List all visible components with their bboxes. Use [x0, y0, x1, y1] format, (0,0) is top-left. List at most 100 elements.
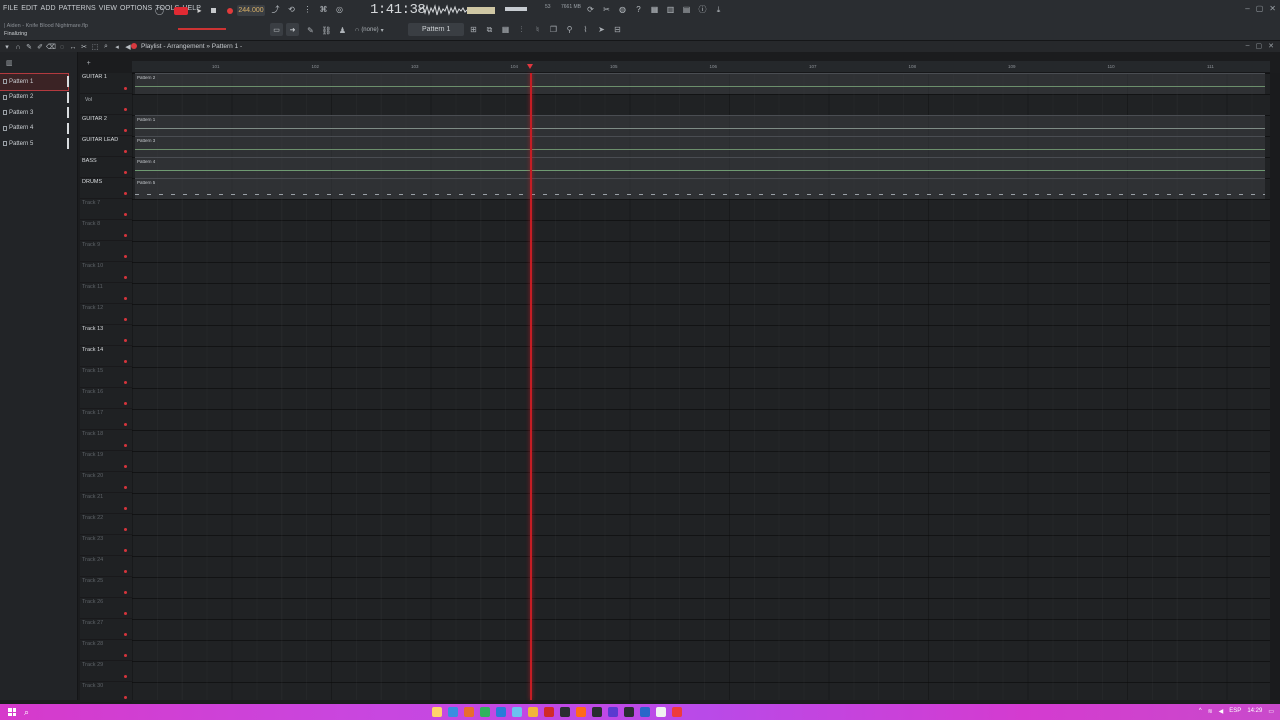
playback-icon[interactable]: ◂: [112, 42, 122, 52]
track-mute-led[interactable]: [124, 696, 127, 699]
track-header[interactable]: Track 28: [80, 640, 132, 661]
track-mute-led[interactable]: [124, 381, 127, 384]
track-name[interactable]: Track 19: [82, 452, 103, 458]
track-mute-led[interactable]: [124, 549, 127, 552]
track-name[interactable]: Track 29: [82, 662, 103, 668]
track-name[interactable]: Track 30: [82, 683, 103, 689]
track-mute-led[interactable]: [124, 507, 127, 510]
app-icon[interactable]: [464, 707, 474, 717]
countdown-icon[interactable]: ◎: [334, 4, 345, 15]
magnet-icon[interactable]: ∩: [13, 42, 23, 52]
arrow-tool-icon[interactable]: ➜: [286, 23, 299, 36]
track-name[interactable]: Track 10: [82, 263, 103, 269]
typing-keyboard-icon[interactable]: ⤴: [270, 4, 281, 15]
track-mute-led[interactable]: [124, 486, 127, 489]
track-header[interactable]: Track 14: [80, 346, 132, 367]
plugin-icon[interactable]: ⚲: [564, 24, 575, 35]
search-icon[interactable]: ⌕: [24, 707, 29, 718]
track-mute-led[interactable]: [124, 360, 127, 363]
track-header[interactable]: Track 16: [80, 388, 132, 409]
track-name[interactable]: Track 26: [82, 599, 103, 605]
app-icon[interactable]: [432, 707, 442, 717]
download-icon[interactable]: ⤓: [713, 4, 724, 15]
mute-icon[interactable]: ◌: [57, 42, 67, 52]
time-display[interactable]: 1:41:38: [370, 2, 426, 18]
track-header[interactable]: Track 22: [80, 514, 132, 535]
track-name[interactable]: Track 28: [82, 641, 103, 647]
send-icon[interactable]: ➤: [596, 24, 607, 35]
track-header[interactable]: Track 29: [80, 661, 132, 682]
pencil-icon[interactable]: ✎: [304, 24, 317, 37]
track-header[interactable]: Track 11: [80, 283, 132, 304]
track-mute-led[interactable]: [124, 318, 127, 321]
app-icon[interactable]: [608, 707, 618, 717]
pattern-selector[interactable]: Pattern 1: [408, 23, 464, 36]
windows-start-icon[interactable]: [8, 708, 16, 716]
clock[interactable]: 14:29: [1247, 708, 1262, 715]
chevron-down-icon[interactable]: ▾: [2, 42, 12, 52]
track-name[interactable]: Track 13: [82, 326, 103, 332]
track-mute-led[interactable]: [124, 465, 127, 468]
track-header[interactable]: Track 23: [80, 535, 132, 556]
copy-icon[interactable]: ❐: [548, 24, 559, 35]
track-header[interactable]: Vol: [80, 94, 132, 115]
track-name[interactable]: Track 7: [82, 200, 100, 206]
playlist-grid[interactable]: Pattern 2 Pattern 1 Pattern 3 Pattern 4 Patt…: [132, 73, 1270, 700]
menu-item[interactable]: FILE: [3, 5, 18, 15]
menu-item[interactable]: EDIT: [21, 5, 37, 15]
track-mute-led[interactable]: [124, 234, 127, 237]
track-name[interactable]: Track 14: [82, 347, 103, 353]
app-icon[interactable]: [448, 707, 458, 717]
track-header[interactable]: Track 20: [80, 472, 132, 493]
link-icon[interactable]: ⛓: [320, 24, 333, 37]
track-header[interactable]: Track 13: [80, 325, 132, 346]
network-icon[interactable]: ≋: [1208, 708, 1213, 715]
pattern-clip[interactable]: Pattern 4: [135, 157, 1265, 178]
track-mute-led[interactable]: [124, 171, 127, 174]
app-icon[interactable]: [656, 707, 666, 717]
pattern-clip[interactable]: Pattern 1: [135, 115, 1265, 136]
playhead-line[interactable]: [530, 73, 533, 700]
track-header[interactable]: Track 12: [80, 304, 132, 325]
timeline-ruler[interactable]: 101 102 103 104 105 106 107 108 109 110 111: [132, 61, 1270, 73]
track-name[interactable]: DRUMS: [82, 179, 102, 185]
track-header[interactable]: Track 18: [80, 430, 132, 451]
track-header[interactable]: DRUMS: [80, 178, 132, 199]
master-volume-slider[interactable]: [178, 28, 226, 30]
track-name[interactable]: Track 12: [82, 305, 103, 311]
paint-icon[interactable]: ✐: [35, 42, 45, 52]
track-name[interactable]: Track 21: [82, 494, 103, 500]
track-mute-led[interactable]: [124, 528, 127, 531]
playlist-view-icon[interactable]: ▭: [270, 23, 283, 36]
app-icon[interactable]: [512, 707, 522, 717]
track-mute-led[interactable]: [124, 339, 127, 342]
track-name[interactable]: BASS: [82, 158, 97, 164]
app-icon[interactable]: [528, 707, 538, 717]
play-button[interactable]: ▸: [193, 4, 206, 17]
app-icon[interactable]: [496, 707, 506, 717]
playhead-marker[interactable]: [527, 64, 534, 69]
metronome-icon[interactable]: ◯: [153, 4, 166, 17]
track-name[interactable]: Track 16: [82, 389, 103, 395]
brush-icon[interactable]: ⌇: [580, 24, 591, 35]
track-header[interactable]: Track 7: [80, 199, 132, 220]
minimize-icon[interactable]: –: [1245, 4, 1249, 13]
menu-item[interactable]: OPTIONS: [120, 5, 152, 15]
plus-pattern-icon[interactable]: ⊞: [468, 24, 479, 35]
close-icon[interactable]: ✕: [1269, 4, 1276, 13]
snap-select[interactable]: ∩ (none) ▾: [355, 24, 403, 36]
track-header[interactable]: Track 30: [80, 682, 132, 703]
menu-item[interactable]: ADD: [41, 5, 56, 15]
track-mute-led[interactable]: [124, 444, 127, 447]
info-icon[interactable]: ⓘ: [697, 4, 708, 15]
track-header[interactable]: GUITAR 1: [80, 73, 132, 94]
track-mute-led[interactable]: [124, 213, 127, 216]
draw-icon[interactable]: ✎: [24, 42, 34, 52]
delete-icon[interactable]: ⌫: [46, 42, 56, 52]
chevron-up-icon[interactable]: ^: [1199, 708, 1202, 715]
zoom-icon[interactable]: ⌕: [101, 42, 111, 52]
app-icon[interactable]: [640, 707, 650, 717]
refresh-icon[interactable]: ⟳: [585, 4, 596, 15]
add-track-icon[interactable]: +: [87, 60, 91, 67]
stamp-icon[interactable]: ♟: [336, 24, 349, 37]
